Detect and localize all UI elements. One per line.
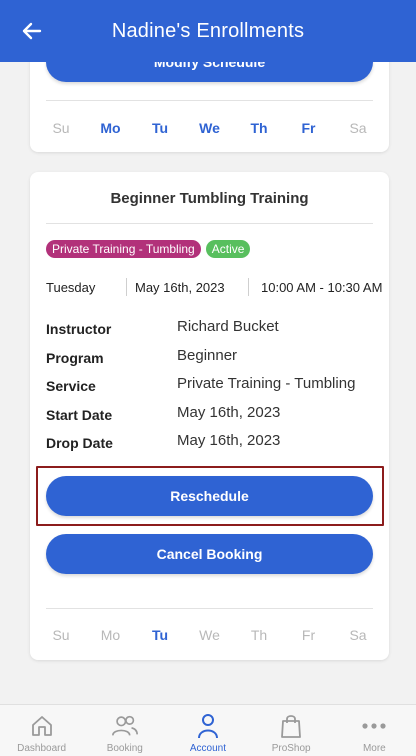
detail-row: Service Private Training - Tumbling: [46, 374, 376, 403]
app-header: Nadine's Enrollments: [0, 0, 416, 62]
users-icon: [111, 712, 139, 740]
detail-label: Instructor: [46, 321, 112, 337]
divider: [126, 278, 127, 296]
day-su: Su: [52, 120, 70, 136]
nav-label: Account: [189, 743, 227, 754]
divider: [46, 223, 373, 224]
day-tu: Tu: [151, 120, 169, 136]
day-fr: Fr: [301, 627, 316, 643]
bottom-nav: Dashboard Booking Account ProShop More: [0, 704, 416, 756]
nav-more[interactable]: More: [333, 705, 416, 756]
category-badge: Private Training - Tumbling: [46, 240, 201, 258]
day-fr: Fr: [301, 120, 316, 136]
arrow-left-icon: [22, 22, 42, 40]
nav-label: Booking: [106, 743, 143, 754]
day-mo: Mo: [100, 120, 121, 136]
nav-label: More: [362, 743, 386, 754]
nav-account[interactable]: Account: [166, 705, 249, 756]
schedule-weekday: Tuesday: [46, 280, 96, 295]
detail-row: Instructor Richard Bucket: [46, 317, 376, 346]
nav-label: Dashboard: [17, 743, 67, 754]
detail-row: Drop Date May 16th, 2023: [46, 431, 376, 460]
day-mo: Mo: [100, 627, 121, 643]
more-dots-icon: [360, 712, 388, 740]
detail-row: Program Beginner: [46, 346, 376, 375]
enrollment-card: Beginner Tumbling Training Private Train…: [30, 172, 389, 660]
divider: [248, 278, 249, 296]
reschedule-button[interactable]: Reschedule: [46, 476, 373, 516]
schedule-time: 10:00 AM - 10:30 AM: [261, 280, 383, 295]
cancel-booking-button[interactable]: Cancel Booking: [46, 534, 373, 574]
detail-value: Richard Bucket: [177, 318, 279, 335]
status-badge: Active: [205, 240, 251, 258]
badge-row: Private Training - Tumbling Active: [46, 240, 251, 258]
nav-dashboard[interactable]: Dashboard: [0, 705, 83, 756]
day-sa: Sa: [349, 627, 367, 643]
modify-schedule-button[interactable]: Modify Schedule: [46, 62, 373, 82]
day-th: Th: [250, 120, 268, 136]
detail-label: Start Date: [46, 406, 113, 423]
detail-label: Drop Date: [46, 435, 113, 451]
enrollment-card: Modify Schedule Su Mo Tu We Th Fr Sa: [30, 62, 389, 152]
day-th: Th: [250, 627, 268, 643]
enrollment-details: Instructor Richard Bucket Program Beginn…: [46, 317, 376, 460]
home-icon: [28, 712, 56, 740]
schedule-row: Tuesday May 16th, 2023 10:00 AM - 10:30 …: [46, 278, 386, 298]
enrollment-title: Beginner Tumbling Training: [110, 190, 309, 207]
detail-value: May 16th, 2023: [177, 432, 281, 449]
detail-label: Service: [46, 378, 96, 394]
detail-value: Private Training - Tumbling: [177, 375, 356, 392]
divider: [46, 100, 373, 101]
user-icon: [194, 712, 222, 740]
day-su: Su: [52, 627, 70, 643]
day-we: We: [199, 627, 220, 643]
divider: [46, 608, 373, 609]
shopping-bag-icon: [277, 712, 305, 740]
nav-proshop[interactable]: ProShop: [250, 705, 333, 756]
day-we: We: [199, 120, 220, 136]
schedule-date: May 16th, 2023: [135, 280, 225, 295]
detail-value: May 16th, 2023: [177, 403, 281, 421]
back-button[interactable]: [18, 17, 46, 45]
day-tu: Tu: [151, 627, 169, 643]
weekday-row: Su Mo Tu We Th Fr Sa: [46, 118, 373, 138]
nav-label: ProShop: [271, 743, 311, 754]
detail-label: Program: [46, 349, 104, 366]
enrollments-list[interactable]: Modify Schedule Su Mo Tu We Th Fr Sa Beg…: [0, 62, 416, 704]
nav-booking[interactable]: Booking: [83, 705, 166, 756]
day-sa: Sa: [349, 120, 367, 136]
page-title: Nadine's Enrollments: [111, 19, 305, 42]
detail-value: Beginner: [177, 346, 238, 364]
weekday-row: Su Mo Tu We Th Fr Sa: [46, 625, 373, 645]
detail-row: Start Date May 16th, 2023: [46, 403, 376, 432]
